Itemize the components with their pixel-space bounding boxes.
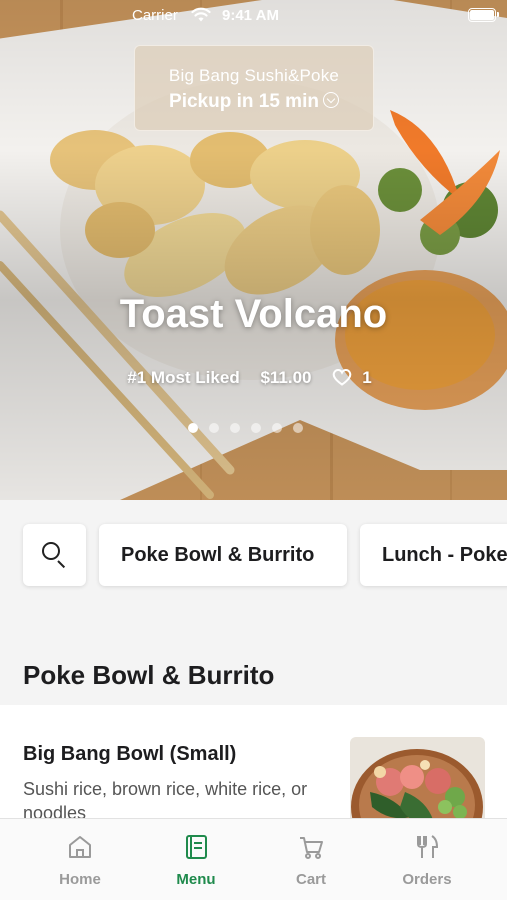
utensils-icon xyxy=(417,835,439,858)
wifi-icon xyxy=(191,7,211,22)
category-chip-lunch-poke[interactable]: Lunch - Poke xyxy=(360,524,507,586)
category-bar: Poke Bowl & Burrito Lunch - Poke xyxy=(0,500,507,620)
store-name: Big Bang Sushi&Poke xyxy=(168,66,340,85)
tab-menu[interactable]: Menu xyxy=(138,819,254,900)
status-bar: Carrier 9:41 AM xyxy=(0,0,507,32)
tab-menu-label: Menu xyxy=(176,871,216,888)
tab-orders-label: Orders xyxy=(402,871,452,888)
tab-cart-label: Cart xyxy=(295,871,326,888)
hero-banner[interactable]: Carrier 9:41 AM Big Bang Sushi&Poke Pick… xyxy=(0,0,507,500)
likes-count[interactable]: 1 xyxy=(332,368,379,387)
clock: 9:41 AM xyxy=(222,7,279,24)
menu-item[interactable]: Big Bang Bowl (Small) Sushi rice, brown … xyxy=(0,705,507,820)
store-pickup-selector[interactable]: Big Bang Sushi&Poke Pickup in 15 min xyxy=(134,45,374,131)
section-title: Poke Bowl & Burrito xyxy=(23,660,275,690)
bottom-tab-bar: Home Menu Cart Orders xyxy=(0,818,507,900)
pickup-time: Pickup in 15 min xyxy=(135,91,373,113)
menu-book-icon xyxy=(186,835,207,859)
pickup-label: Pickup in 15 min xyxy=(169,91,319,112)
home-icon xyxy=(69,836,91,858)
item-name: Big Bang Bowl (Small) xyxy=(23,743,237,765)
category-chip-poke-bowl-burrito[interactable]: Poke Bowl & Burrito xyxy=(99,524,347,586)
heart-icon xyxy=(332,369,352,386)
cart-icon xyxy=(300,837,323,859)
item-description: Sushi rice, brown rice, white rice, or n… xyxy=(23,779,308,820)
featured-item-meta: #1 Most Liked $11.00 1 xyxy=(0,368,507,388)
most-liked-badge: #1 Most Liked xyxy=(127,368,240,387)
carrier-label: Carrier xyxy=(132,7,178,24)
carousel-dot[interactable] xyxy=(188,423,198,433)
tab-cart[interactable]: Cart xyxy=(253,819,369,900)
tab-orders[interactable]: Orders xyxy=(369,819,485,900)
search-icon xyxy=(42,542,60,560)
battery-icon xyxy=(468,8,499,22)
carousel-pagination[interactable] xyxy=(188,423,303,433)
tab-home-label: Home xyxy=(59,871,101,888)
carousel-dot[interactable] xyxy=(293,423,303,433)
tab-home[interactable]: Home xyxy=(22,819,138,900)
carousel-dot[interactable] xyxy=(251,423,261,433)
featured-item-title: Toast Volcano xyxy=(119,292,388,336)
featured-price: $11.00 xyxy=(260,368,312,387)
search-button[interactable] xyxy=(23,524,86,586)
chevron-down-icon xyxy=(322,92,339,108)
likes-value: 1 xyxy=(362,368,372,387)
carousel-dot[interactable] xyxy=(272,423,282,433)
carousel-dot[interactable] xyxy=(209,423,219,433)
item-photo xyxy=(350,737,485,820)
carousel-dot[interactable] xyxy=(230,423,240,433)
